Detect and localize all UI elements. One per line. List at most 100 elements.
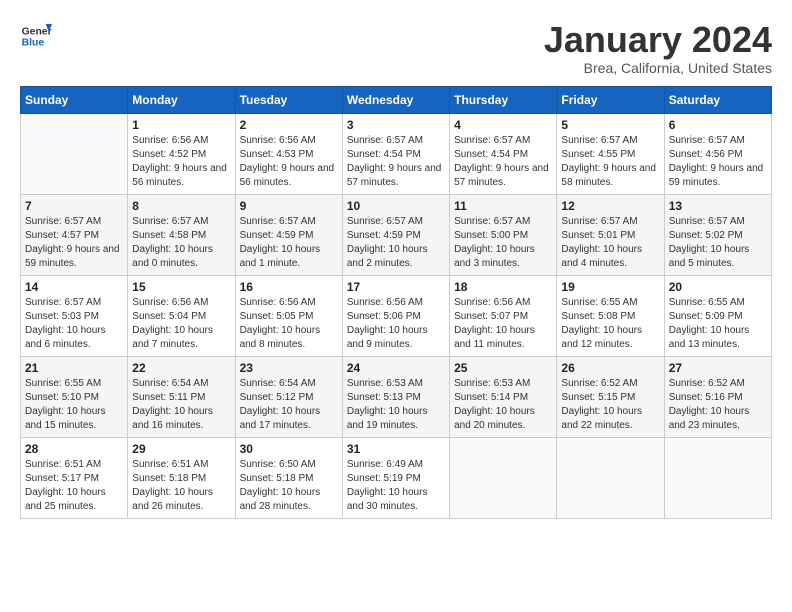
table-row: 18Sunrise: 6:56 AMSunset: 5:07 PMDayligh…	[450, 275, 557, 356]
day-info: Sunrise: 6:55 AMSunset: 5:09 PMDaylight:…	[669, 296, 767, 352]
day-info: Sunrise: 6:56 AMSunset: 4:53 PMDaylight:…	[240, 134, 338, 190]
table-row: 16 Sunrise: 6:56 AMSunset: 5:05 PMDayligh…	[235, 275, 342, 356]
day-info: Sunrise: 6:57 AMSunset: 5:03 PMDaylight:…	[25, 296, 123, 352]
day-number: 10	[347, 199, 445, 213]
day-number: 1	[132, 118, 230, 132]
col-sunday: Sunday	[21, 86, 128, 113]
day-number: 15	[132, 280, 230, 294]
table-row: 30 Sunrise: 6:50 AMSunset: 5:18 PMDayligh…	[235, 437, 342, 518]
table-row: 25 Sunrise: 6:53 AMSunset: 5:14 PMDayligh…	[450, 356, 557, 437]
day-number: 29	[132, 442, 230, 456]
day-info: Sunrise: 6:57 AMSunset: 4:56 PMDaylight:…	[669, 134, 767, 190]
day-number: 3	[347, 118, 445, 132]
table-row: 9 Sunrise: 6:57 AMSunset: 4:59 PMDaylight…	[235, 194, 342, 275]
table-row: 27 Sunrise: 6:52 AMSunset: 5:16 PMDayligh…	[664, 356, 771, 437]
table-row: 22 Sunrise: 6:54 AMSunset: 5:11 PMDayligh…	[128, 356, 235, 437]
day-info: Sunrise: 6:57 AMSunset: 4:54 PMDaylight:…	[454, 134, 552, 190]
col-monday: Monday	[128, 86, 235, 113]
day-info: Sunrise: 6:56 AMSunset: 4:52 PMDaylight:…	[132, 134, 230, 190]
day-info: Sunrise: 6:50 AMSunset: 5:18 PMDaylight:…	[240, 458, 338, 514]
calendar-header-row: Sunday Monday Tuesday Wednesday Thursday…	[21, 86, 772, 113]
day-info: Sunrise: 6:56 AMSunset: 5:04 PMDaylight:…	[132, 296, 230, 352]
table-row	[21, 113, 128, 194]
day-number: 18	[454, 280, 552, 294]
header: General Blue January 2024 Brea, Californ…	[20, 20, 772, 76]
day-info: Sunrise: 6:57 AMSunset: 4:59 PMDaylight:…	[240, 215, 338, 271]
table-row: 17 Sunrise: 6:56 AMSunset: 5:06 PMDayligh…	[342, 275, 449, 356]
logo: General Blue	[20, 20, 52, 52]
day-number: 16	[240, 280, 338, 294]
day-info: Sunrise: 6:57 AMSunset: 4:55 PMDaylight:…	[561, 134, 659, 190]
table-row: 8 Sunrise: 6:57 AMSunset: 4:58 PMDaylight…	[128, 194, 235, 275]
day-info: Sunrise: 6:57 AMSunset: 5:01 PMDaylight:…	[561, 215, 659, 271]
table-row: 6Sunrise: 6:57 AMSunset: 4:56 PMDaylight…	[664, 113, 771, 194]
day-number: 14	[25, 280, 123, 294]
day-info: Sunrise: 6:54 AMSunset: 5:11 PMDaylight:…	[132, 377, 230, 433]
day-number: 28	[25, 442, 123, 456]
day-number: 19	[561, 280, 659, 294]
day-info: Sunrise: 6:57 AMSunset: 5:00 PMDaylight:…	[454, 215, 552, 271]
calendar-week-row: 28 Sunrise: 6:51 AMSunset: 5:17 PMDayligh…	[21, 437, 772, 518]
day-info: Sunrise: 6:51 AMSunset: 5:17 PMDaylight:…	[25, 458, 123, 514]
day-number: 31	[347, 442, 445, 456]
table-row: 12 Sunrise: 6:57 AMSunset: 5:01 PMDayligh…	[557, 194, 664, 275]
day-number: 23	[240, 361, 338, 375]
col-saturday: Saturday	[664, 86, 771, 113]
title-area: January 2024 Brea, California, United St…	[544, 20, 772, 76]
day-info: Sunrise: 6:57 AMSunset: 4:59 PMDaylight:…	[347, 215, 445, 271]
day-number: 26	[561, 361, 659, 375]
logo-icon: General Blue	[20, 20, 52, 52]
table-row: 2 Sunrise: 6:56 AMSunset: 4:53 PMDaylight…	[235, 113, 342, 194]
table-row: 19 Sunrise: 6:55 AMSunset: 5:08 PMDayligh…	[557, 275, 664, 356]
day-info: Sunrise: 6:56 AMSunset: 5:06 PMDaylight:…	[347, 296, 445, 352]
col-wednesday: Wednesday	[342, 86, 449, 113]
day-number: 7	[25, 199, 123, 213]
table-row: 23Sunrise: 6:54 AMSunset: 5:12 PMDayligh…	[235, 356, 342, 437]
day-number: 30	[240, 442, 338, 456]
day-number: 22	[132, 361, 230, 375]
day-number: 25	[454, 361, 552, 375]
table-row: 11 Sunrise: 6:57 AMSunset: 5:00 PMDayligh…	[450, 194, 557, 275]
day-info: Sunrise: 6:51 AMSunset: 5:18 PMDaylight:…	[132, 458, 230, 514]
day-number: 5	[561, 118, 659, 132]
day-number: 13	[669, 199, 767, 213]
calendar-table: Sunday Monday Tuesday Wednesday Thursday…	[20, 86, 772, 519]
day-info: Sunrise: 6:53 AMSunset: 5:14 PMDaylight:…	[454, 377, 552, 433]
day-number: 12	[561, 199, 659, 213]
day-number: 27	[669, 361, 767, 375]
day-info: Sunrise: 6:57 AMSunset: 4:58 PMDaylight:…	[132, 215, 230, 271]
calendar-week-row: 7Sunrise: 6:57 AMSunset: 4:57 PMDaylight…	[21, 194, 772, 275]
table-row: 21 Sunrise: 6:55 AMSunset: 5:10 PMDayligh…	[21, 356, 128, 437]
table-row: 5 Sunrise: 6:57 AMSunset: 4:55 PMDaylight…	[557, 113, 664, 194]
table-row: 4Sunrise: 6:57 AMSunset: 4:54 PMDaylight…	[450, 113, 557, 194]
table-row: 29 Sunrise: 6:51 AMSunset: 5:18 PMDayligh…	[128, 437, 235, 518]
day-info: Sunrise: 6:57 AMSunset: 5:02 PMDaylight:…	[669, 215, 767, 271]
day-info: Sunrise: 6:55 AMSunset: 5:08 PMDaylight:…	[561, 296, 659, 352]
day-number: 8	[132, 199, 230, 213]
table-row: 28 Sunrise: 6:51 AMSunset: 5:17 PMDayligh…	[21, 437, 128, 518]
table-row: 13 Sunrise: 6:57 AMSunset: 5:02 PMDayligh…	[664, 194, 771, 275]
table-row: 1 Sunrise: 6:56 AMSunset: 4:52 PMDaylight…	[128, 113, 235, 194]
day-info: Sunrise: 6:49 AMSunset: 5:19 PMDaylight:…	[347, 458, 445, 514]
day-number: 9	[240, 199, 338, 213]
day-info: Sunrise: 6:52 AMSunset: 5:15 PMDaylight:…	[561, 377, 659, 433]
day-number: 2	[240, 118, 338, 132]
table-row: 7Sunrise: 6:57 AMSunset: 4:57 PMDaylight…	[21, 194, 128, 275]
table-row	[664, 437, 771, 518]
day-info: Sunrise: 6:56 AMSunset: 5:05 PMDaylight:…	[240, 296, 338, 352]
day-info: Sunrise: 6:55 AMSunset: 5:10 PMDaylight:…	[25, 377, 123, 433]
col-friday: Friday	[557, 86, 664, 113]
day-info: Sunrise: 6:52 AMSunset: 5:16 PMDaylight:…	[669, 377, 767, 433]
table-row	[450, 437, 557, 518]
location: Brea, California, United States	[544, 60, 772, 76]
day-number: 24	[347, 361, 445, 375]
day-number: 17	[347, 280, 445, 294]
day-info: Sunrise: 6:57 AMSunset: 4:54 PMDaylight:…	[347, 134, 445, 190]
day-number: 11	[454, 199, 552, 213]
table-row: 3 Sunrise: 6:57 AMSunset: 4:54 PMDaylight…	[342, 113, 449, 194]
table-row: 26 Sunrise: 6:52 AMSunset: 5:15 PMDayligh…	[557, 356, 664, 437]
calendar-week-row: 14 Sunrise: 6:57 AMSunset: 5:03 PMDayligh…	[21, 275, 772, 356]
col-tuesday: Tuesday	[235, 86, 342, 113]
day-number: 21	[25, 361, 123, 375]
day-number: 20	[669, 280, 767, 294]
